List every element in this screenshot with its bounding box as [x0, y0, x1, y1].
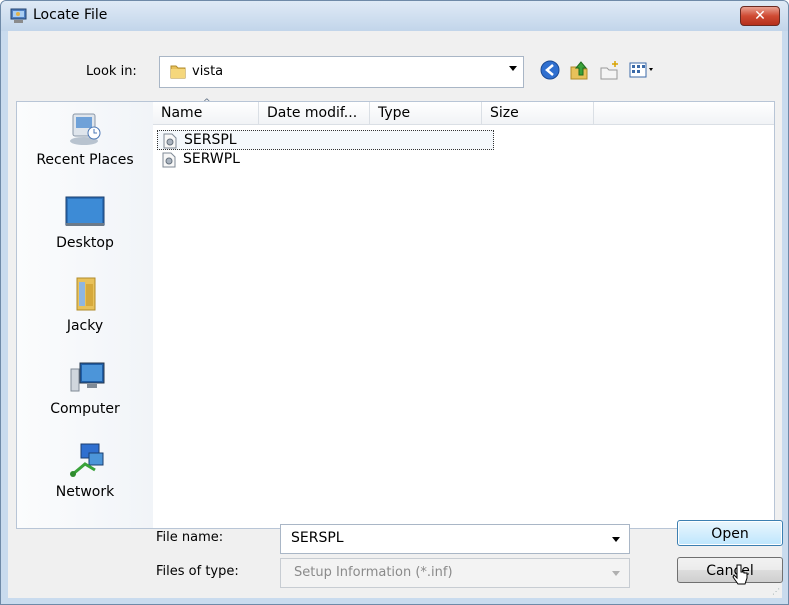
file-row-serspl[interactable]: SERSPL [157, 130, 494, 150]
locate-file-dialog: Locate File ✕ Look in: vista Recent Plac… [0, 0, 789, 605]
column-header-size[interactable]: Size [482, 102, 594, 125]
setup-information-file-icon [163, 133, 177, 149]
place-label: Desktop [56, 235, 114, 251]
setup-information-file-icon [162, 152, 176, 168]
place-label: Recent Places [36, 152, 134, 168]
file-name-value: SERSPL [291, 530, 344, 546]
file-name-label: File name: [156, 530, 224, 545]
place-label: Computer [50, 401, 120, 417]
sort-ascending-icon: ^ [203, 98, 211, 108]
chevron-down-icon[interactable] [612, 571, 620, 576]
chevron-down-icon[interactable] [509, 66, 517, 71]
close-button[interactable]: ✕ [740, 6, 780, 26]
place-recent-places[interactable]: Recent Places [17, 108, 153, 168]
up-folder-icon[interactable] [568, 59, 590, 81]
column-header-date-modified[interactable]: Date modif... [259, 102, 370, 125]
place-jacky[interactable]: Jacky [17, 274, 153, 334]
file-type-dropdown[interactable]: Setup Information (*.inf) [280, 558, 630, 588]
new-folder-icon[interactable] [598, 59, 620, 81]
network-icon [70, 443, 104, 477]
views-menu-icon[interactable] [628, 59, 658, 81]
desktop-icon [65, 196, 105, 226]
place-label: Network [55, 484, 115, 500]
user-folder-icon [76, 277, 96, 311]
column-header-type[interactable]: Type [370, 102, 482, 125]
places-bar: Recent Places Desktop Jacky Computer Net… [16, 101, 154, 529]
column-header-name[interactable]: ^ Name [153, 98, 259, 125]
open-button[interactable]: Open [677, 520, 783, 546]
back-icon[interactable] [539, 59, 561, 81]
app-window-icon [10, 8, 27, 23]
folder-icon [170, 65, 186, 79]
file-row-serwpl[interactable]: SERWPL [157, 150, 494, 170]
dialog-body: Look in: vista Recent Places Desktop Jac… [8, 31, 783, 598]
file-type-label: Files of type: [156, 564, 239, 579]
cancel-button[interactable]: Cancel [677, 557, 783, 583]
place-label: Jacky [66, 318, 104, 334]
file-name: SERSPL [184, 132, 237, 148]
chevron-down-icon[interactable] [612, 537, 620, 542]
look-in-dropdown[interactable]: vista [159, 56, 524, 88]
file-type-value: Setup Information (*.inf) [294, 565, 453, 580]
mouse-pointer-icon [732, 564, 748, 585]
computer-icon [70, 362, 105, 392]
place-network[interactable]: Network [17, 440, 153, 500]
window-title: Locate File [33, 7, 108, 23]
file-name-input[interactable]: SERSPL [280, 524, 630, 554]
look-in-label: Look in: [86, 64, 137, 79]
title-bar[interactable]: Locate File ✕ [1, 1, 788, 31]
recent-places-icon [70, 113, 101, 145]
place-desktop[interactable]: Desktop [17, 191, 153, 251]
file-list[interactable]: ^ Name Date modif... Type Size SERSPL SE… [153, 98, 775, 529]
column-header-filler [594, 102, 774, 125]
file-name: SERWPL [183, 151, 240, 167]
resize-grip-icon[interactable]: ⋰ [772, 587, 780, 596]
look-in-value: vista [192, 64, 224, 79]
place-computer[interactable]: Computer [17, 357, 153, 417]
